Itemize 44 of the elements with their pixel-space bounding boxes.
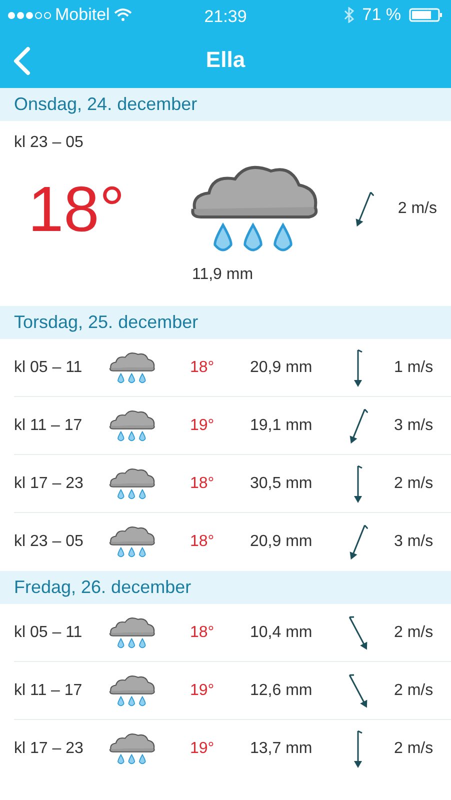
back-chevron-icon [12, 46, 32, 76]
temperature: 18° [190, 532, 216, 552]
precipitation: 11,9 mm [192, 265, 254, 285]
period-time: kl 05 – 11 [14, 358, 84, 378]
temperature: 18° [190, 358, 216, 378]
precipitation: 19,1 mm [250, 416, 314, 436]
battery-percent: 71 % [362, 4, 401, 26]
page-title: Ella [206, 46, 246, 74]
wind-speed: 2 m/s [394, 622, 434, 642]
day-header: Onsdag, 24. december [0, 88, 451, 121]
period-time: kl 23 – 05 [14, 532, 84, 552]
period-time: kl 11 – 17 [14, 680, 84, 700]
temperature: 18° [190, 622, 216, 642]
wind-speed: 2 m/s [394, 474, 434, 494]
period-time: kl 23 – 05 [14, 133, 84, 153]
period-time: kl 05 – 11 [14, 622, 84, 642]
wind-speed: 2 m/s [394, 739, 434, 759]
precipitation: 20,9 mm [250, 532, 314, 552]
period-time: kl 11 – 17 [14, 416, 84, 436]
temperature: 18° [190, 474, 216, 494]
day-header: Torsdag, 25. december [0, 306, 451, 339]
wind-speed: 3 m/s [394, 532, 434, 552]
precipitation: 20,9 mm [250, 358, 314, 378]
day-header: Fredag, 26. december [0, 571, 451, 604]
precipitation: 30,5 mm [250, 474, 314, 494]
wifi-icon [114, 8, 132, 22]
carrier-name: Mobitel [55, 4, 110, 26]
signal-dots-icon [8, 12, 51, 18]
wind-speed: 1 m/s [394, 358, 434, 378]
bluetooth-icon [344, 7, 354, 23]
precipitation: 13,7 mm [250, 739, 314, 759]
temperature: 19° [190, 739, 216, 759]
period-time: kl 17 – 23 [14, 474, 84, 494]
clock-time: 21:39 [204, 6, 247, 28]
wind-speed: 2 m/s [394, 680, 434, 700]
wind-speed: 3 m/s [394, 416, 434, 436]
temperature: 19° [190, 416, 216, 436]
wind-speed: 2 m/s [398, 199, 437, 219]
precipitation: 10,4 mm [250, 622, 314, 642]
temperature: 19° [190, 680, 216, 700]
period-time: kl 17 – 23 [14, 739, 84, 759]
battery-icon [409, 8, 443, 22]
temperature: 18° [27, 172, 126, 247]
precipitation: 12,6 mm [250, 680, 314, 700]
